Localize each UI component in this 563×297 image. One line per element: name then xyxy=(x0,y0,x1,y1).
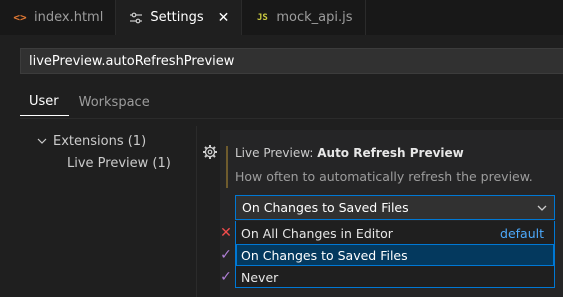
close-icon[interactable]: ✕ xyxy=(218,10,230,26)
header-divider xyxy=(20,118,563,119)
settings-scope-tabs: User Workspace xyxy=(20,88,160,116)
toc-item-label: Extensions (1) xyxy=(53,133,147,149)
check-icon: ✓ xyxy=(220,247,232,263)
tab-mock-api-js[interactable]: JS mock_api.js xyxy=(242,0,366,35)
settings-sliders-icon xyxy=(128,11,144,25)
setting-description: How often to automatically refresh the p… xyxy=(235,169,533,184)
toc-item-label: Live Preview (1) xyxy=(67,155,171,171)
option-on-changes-saved-files[interactable]: On Changes to Saved Files xyxy=(236,244,554,266)
tab-label: mock_api.js xyxy=(276,10,353,25)
close-icon: ✕ xyxy=(220,225,232,241)
option-on-all-changes[interactable]: On All Changes in Editor default xyxy=(236,222,554,244)
option-never[interactable]: Never xyxy=(236,266,554,288)
editor-tab-bar: <> index.html Settings ✕ JS mock_api.js xyxy=(0,0,563,35)
settings-search-input[interactable]: livePreview.autoRefreshPreview xyxy=(20,48,563,74)
tab-settings[interactable]: Settings ✕ xyxy=(116,0,243,35)
javascript-file-icon: JS xyxy=(256,12,268,23)
setting-name: Auto Refresh Preview xyxy=(317,146,464,160)
check-icon: ✓ xyxy=(220,269,232,285)
setting-title: Live Preview: Auto Refresh Preview xyxy=(235,146,464,160)
toc-item-live-preview[interactable]: Live Preview (1) xyxy=(20,152,196,174)
tab-label: index.html xyxy=(34,10,104,25)
tab-workspace[interactable]: Workspace xyxy=(69,88,160,116)
settings-toc: Extensions (1) Live Preview (1) xyxy=(20,130,196,174)
tab-index-html[interactable]: <> index.html xyxy=(0,0,117,35)
html-file-icon: <> xyxy=(13,11,27,24)
search-query: livePreview.autoRefreshPreview xyxy=(29,53,235,69)
chevron-down-icon xyxy=(535,201,549,218)
toc-sash[interactable] xyxy=(196,126,197,297)
option-label: On Changes to Saved Files xyxy=(241,247,408,263)
chevron-down-icon xyxy=(34,135,50,147)
modified-indicator xyxy=(226,146,228,188)
select-value: On Changes to Saved Files xyxy=(242,200,409,215)
setting-category: Live Preview: xyxy=(235,146,318,160)
auto-refresh-select[interactable]: On Changes to Saved Files xyxy=(235,195,555,220)
tab-user[interactable]: User xyxy=(20,88,69,116)
option-label: On All Changes in Editor xyxy=(241,225,393,241)
tab-label: Settings xyxy=(150,10,204,25)
default-badge: default xyxy=(500,225,544,241)
toc-item-extensions[interactable]: Extensions (1) xyxy=(20,130,196,152)
option-label: Never xyxy=(241,269,279,285)
select-dropdown-list: On All Changes in Editor default On Chan… xyxy=(235,221,555,288)
gear-icon[interactable] xyxy=(202,144,218,160)
